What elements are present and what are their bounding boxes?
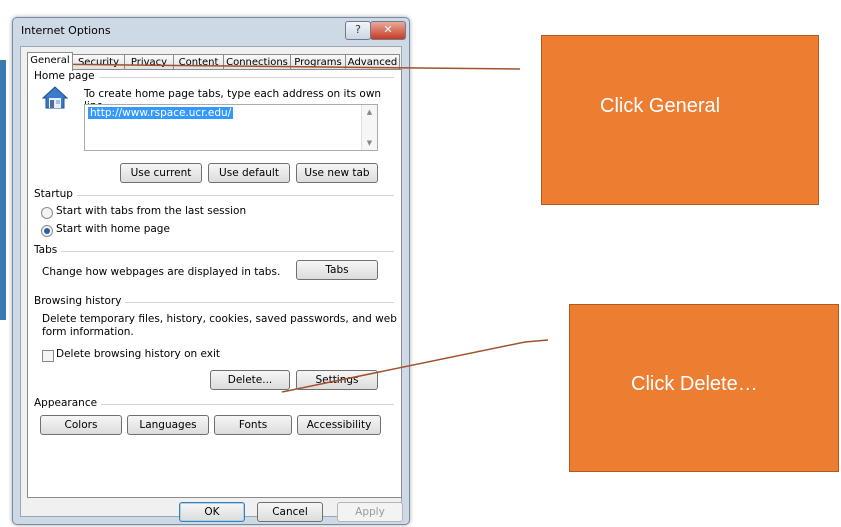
delete-pointer-line	[281, 341, 526, 393]
click-delete-callout: Click Delete…	[569, 304, 839, 472]
click-general-text: Click General	[600, 95, 721, 117]
delete-pointer-line-end	[524, 339, 549, 343]
click-delete-text: Click Delete…	[631, 373, 758, 395]
tab-general[interactable]: General	[27, 52, 73, 71]
click-general-callout: Click General	[541, 35, 819, 205]
general-pointer-line	[35, 63, 521, 70]
